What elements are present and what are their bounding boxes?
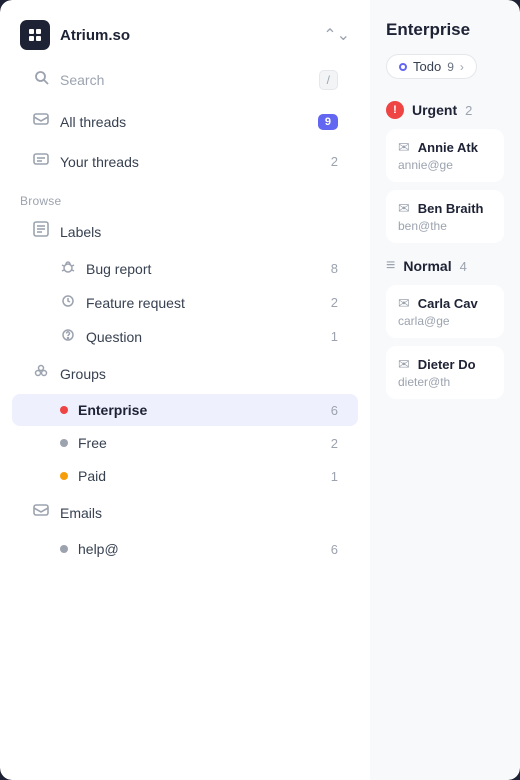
labels-label: Labels bbox=[60, 224, 101, 240]
thread-name-dieter: Dieter Do bbox=[418, 357, 476, 372]
enterprise-group-item[interactable]: Enterprise 6 bbox=[12, 394, 358, 426]
mail-icon: ✉ bbox=[398, 139, 410, 156]
thread-email-ben: ben@the bbox=[398, 219, 492, 233]
bug-icon bbox=[60, 260, 76, 277]
emails-icon bbox=[32, 502, 50, 523]
app-logo-icon bbox=[20, 20, 50, 50]
all-threads-badge: 9 bbox=[318, 114, 338, 130]
your-threads-label: Your threads bbox=[60, 154, 139, 170]
bug-report-item[interactable]: Bug report 8 bbox=[12, 252, 358, 285]
thread-email-dieter: dieter@th bbox=[398, 375, 492, 389]
search-icon bbox=[32, 70, 50, 90]
normal-label: Normal bbox=[403, 258, 451, 274]
sidebar: Atrium.so ⌃⌄ Search / bbox=[0, 0, 370, 780]
feature-request-label: Feature request bbox=[86, 295, 185, 311]
question-label: Question bbox=[86, 329, 142, 345]
bug-report-label: Bug report bbox=[86, 261, 151, 277]
thread-annie[interactable]: ✉ Annie Atk annie@ge bbox=[386, 129, 504, 182]
question-icon bbox=[60, 328, 76, 345]
app-name: Atrium.so bbox=[60, 27, 130, 44]
labels-icon bbox=[32, 221, 50, 242]
help-email-item[interactable]: help@ 6 bbox=[12, 533, 358, 565]
thread-name-ben: Ben Braith bbox=[418, 201, 484, 216]
help-email-dot bbox=[60, 545, 68, 553]
search-shortcut: / bbox=[319, 70, 338, 90]
todo-count: 9 bbox=[447, 60, 454, 74]
free-group-item[interactable]: Free 2 bbox=[12, 427, 358, 459]
thread-name-carla: Carla Cav bbox=[418, 296, 478, 311]
normal-priority-row: ≡ Normal 4 bbox=[386, 251, 504, 281]
urgent-count: 2 bbox=[465, 103, 472, 118]
todo-dot-icon bbox=[399, 63, 407, 71]
enterprise-count: 6 bbox=[331, 403, 338, 418]
all-threads-icon bbox=[32, 111, 50, 132]
labels-nav[interactable]: Labels bbox=[12, 212, 358, 251]
browse-section-label: Browse bbox=[0, 182, 370, 212]
search-bar[interactable]: Search / bbox=[12, 62, 358, 98]
search-label: Search bbox=[60, 72, 104, 88]
help-email-label: help@ bbox=[78, 541, 119, 557]
normal-icon: ≡ bbox=[386, 257, 395, 275]
paid-dot bbox=[60, 472, 68, 480]
all-threads-label: All threads bbox=[60, 114, 126, 130]
question-count: 1 bbox=[331, 329, 338, 344]
groups-label: Groups bbox=[60, 366, 106, 382]
thread-ben[interactable]: ✉ Ben Braith ben@the bbox=[386, 190, 504, 243]
emails-label: Emails bbox=[60, 505, 102, 521]
free-label: Free bbox=[78, 435, 107, 451]
feature-icon bbox=[60, 294, 76, 311]
workspace-switcher-icon[interactable]: ⌃⌄ bbox=[323, 25, 350, 45]
logo-area: Atrium.so bbox=[20, 20, 130, 50]
paid-group-item[interactable]: Paid 1 bbox=[12, 460, 358, 492]
mail-icon: ✉ bbox=[398, 356, 410, 373]
feature-request-count: 2 bbox=[331, 295, 338, 310]
thread-carla[interactable]: ✉ Carla Cav carla@ge bbox=[386, 285, 504, 338]
sidebar-header: Atrium.so ⌃⌄ bbox=[0, 0, 370, 62]
mail-icon: ✉ bbox=[398, 295, 410, 312]
your-threads-icon bbox=[32, 151, 50, 172]
emails-nav[interactable]: Emails bbox=[12, 493, 358, 532]
paid-label: Paid bbox=[78, 468, 106, 484]
right-panel-title: Enterprise bbox=[386, 20, 504, 40]
normal-count: 4 bbox=[460, 259, 467, 274]
free-count: 2 bbox=[331, 436, 338, 451]
enterprise-label: Enterprise bbox=[78, 402, 147, 418]
bug-report-count: 8 bbox=[331, 261, 338, 276]
feature-request-item[interactable]: Feature request 2 bbox=[12, 286, 358, 319]
urgent-label: Urgent bbox=[412, 102, 457, 118]
thread-dieter[interactable]: ✉ Dieter Do dieter@th bbox=[386, 346, 504, 399]
todo-label: Todo bbox=[413, 59, 441, 74]
question-item[interactable]: Question 1 bbox=[12, 320, 358, 353]
thread-email-annie: annie@ge bbox=[398, 158, 492, 172]
help-email-count: 6 bbox=[331, 542, 338, 557]
urgent-priority-row: ! Urgent 2 bbox=[386, 95, 504, 125]
thread-name-annie: Annie Atk bbox=[418, 140, 478, 155]
your-threads-count: 2 bbox=[331, 154, 338, 169]
all-threads-nav[interactable]: All threads 9 bbox=[12, 102, 358, 141]
todo-tab[interactable]: Todo 9 › bbox=[386, 54, 477, 79]
app-container: Atrium.so ⌃⌄ Search / bbox=[0, 0, 520, 780]
groups-icon bbox=[32, 363, 50, 384]
enterprise-dot bbox=[60, 406, 68, 414]
thread-email-carla: carla@ge bbox=[398, 314, 492, 328]
paid-count: 1 bbox=[331, 469, 338, 484]
your-threads-nav[interactable]: Your threads 2 bbox=[12, 142, 358, 181]
search-left: Search bbox=[32, 70, 104, 90]
groups-nav[interactable]: Groups bbox=[12, 354, 358, 393]
right-panel: Enterprise Todo 9 › ! Urgent 2 ✉ Annie A… bbox=[370, 0, 520, 780]
mail-icon: ✉ bbox=[398, 200, 410, 217]
tab-chevron-icon: › bbox=[460, 60, 464, 74]
urgent-icon: ! bbox=[386, 101, 404, 119]
free-dot bbox=[60, 439, 68, 447]
